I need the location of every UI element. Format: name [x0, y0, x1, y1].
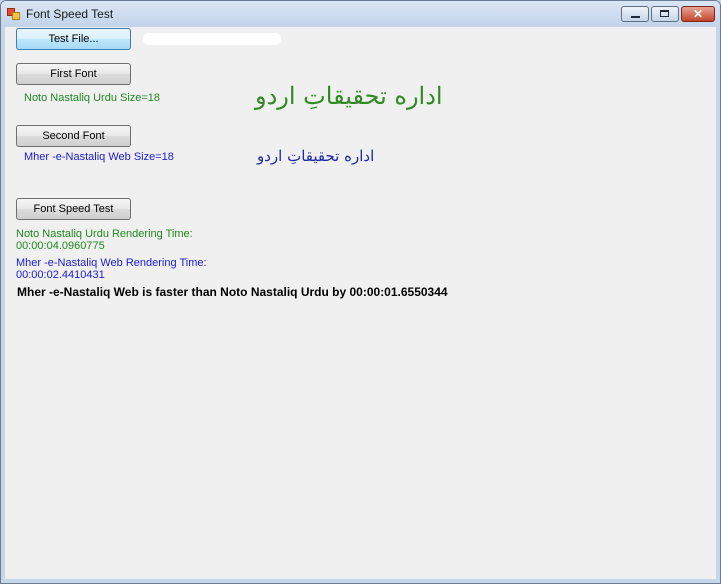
urdu-sample-second-font: اداره تحقیقاتِ اردو: [257, 147, 375, 165]
window-title: Font Speed Test: [26, 7, 114, 21]
file-path-field: [143, 33, 281, 45]
first-font-button[interactable]: First Font: [16, 63, 131, 85]
font-speed-test-button[interactable]: Font Speed Test: [16, 198, 131, 220]
second-font-label: Mher -e-Nastaliq Web Size=18: [24, 151, 174, 163]
noto-rendering-time-value: 00:00:04.0960775: [16, 240, 105, 252]
mher-rendering-time-label: Mher -e-Nastaliq Web Rendering Time:: [16, 257, 207, 269]
noto-rendering-time-label: Noto Nastaliq Urdu Rendering Time:: [16, 228, 193, 240]
minimize-icon: [631, 16, 640, 18]
second-font-button[interactable]: Second Font: [16, 125, 131, 147]
client-area: Test File... First Font Noto Nastaliq Ur…: [5, 27, 716, 579]
urdu-sample-first-font: اداره تحقیقاتِ اردو: [255, 82, 443, 110]
app-icon[interactable]: [7, 8, 20, 20]
mher-rendering-time-value: 00:00:02.4410431: [16, 269, 105, 281]
app-window: Font Speed Test ✕ Test File... First Fon…: [0, 0, 721, 584]
close-button[interactable]: ✕: [681, 6, 715, 22]
close-icon: ✕: [692, 7, 704, 21]
minimize-button[interactable]: [621, 6, 649, 22]
title-bar[interactable]: Font Speed Test ✕: [1, 1, 720, 27]
maximize-icon: [660, 10, 669, 17]
first-font-label: Noto Nastaliq Urdu Size=18: [24, 92, 161, 104]
test-file-button[interactable]: Test File...: [16, 28, 131, 50]
comparison-result: Mher -e-Nastaliq Web is faster than Noto…: [17, 285, 448, 299]
maximize-button[interactable]: [651, 6, 679, 22]
